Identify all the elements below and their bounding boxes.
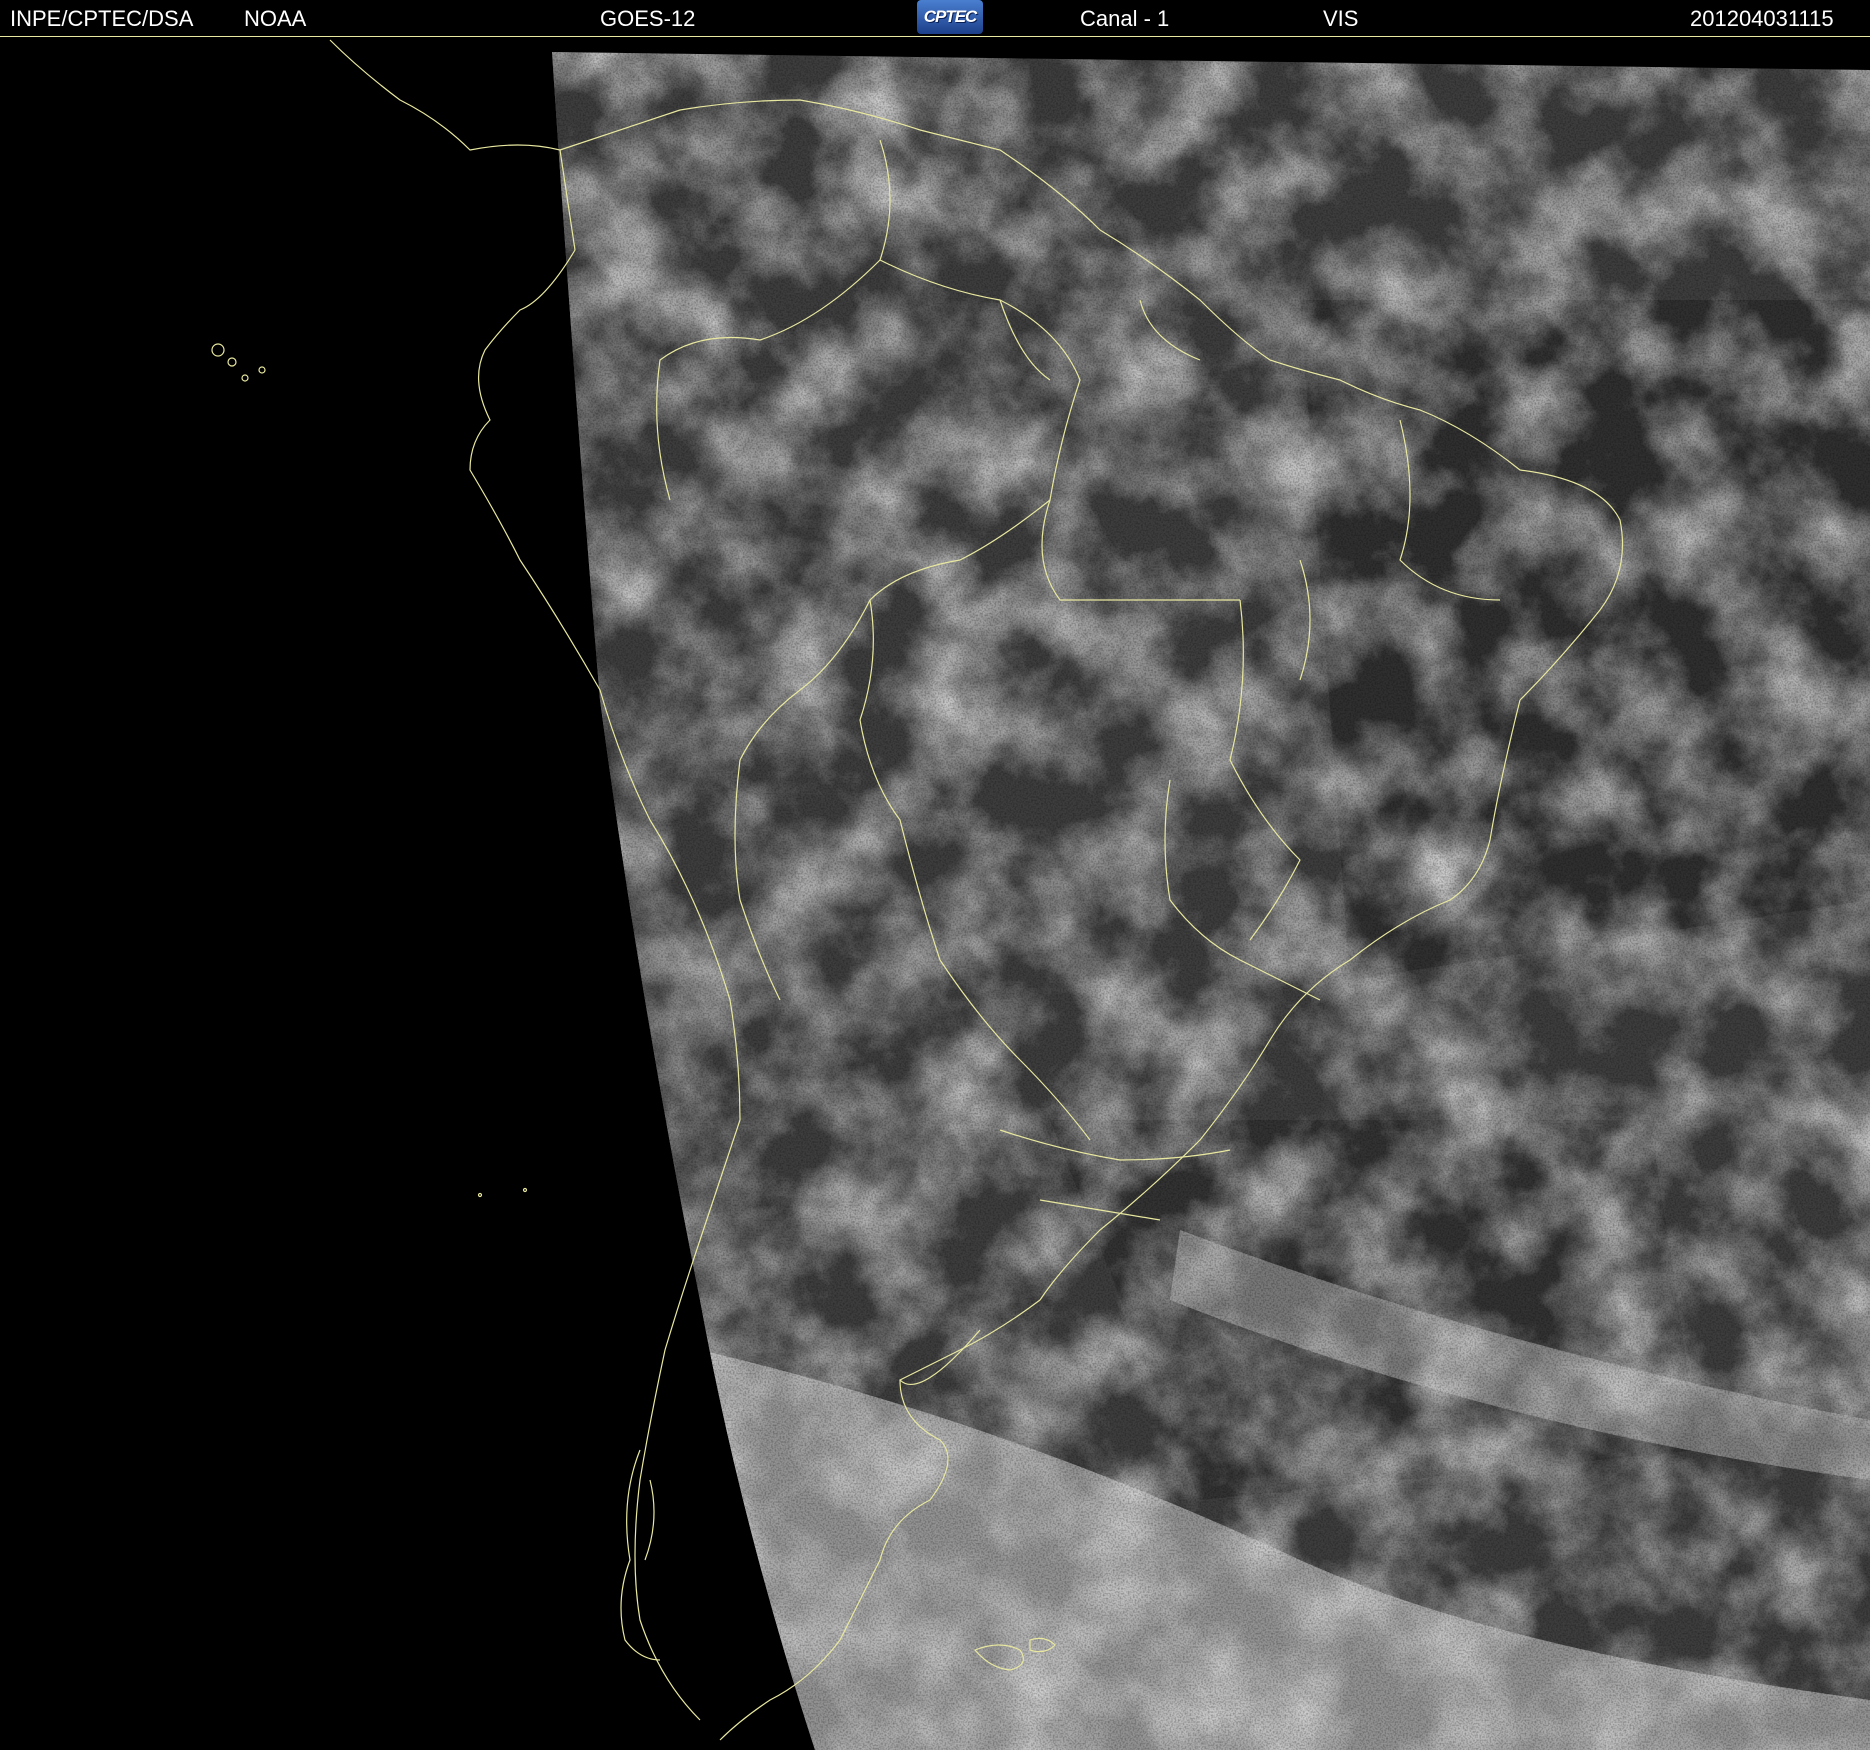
logo-text: CPTEC (923, 7, 978, 26)
timestamp-label: 201204031115 (1690, 6, 1834, 31)
band-label: VIS (1323, 6, 1359, 31)
satellite-label: GOES-12 (600, 6, 696, 31)
image-header: INPE/CPTEC/DSA NOAA GOES-12 CPTEC Canal … (0, 0, 1870, 37)
channel-label: Canal - 1 (1080, 6, 1170, 31)
satellite-image (211, 39, 1870, 1750)
provider-label: NOAA (244, 6, 307, 31)
cptec-logo: CPTEC (917, 0, 983, 34)
agency-label: INPE/CPTEC/DSA (10, 6, 194, 31)
